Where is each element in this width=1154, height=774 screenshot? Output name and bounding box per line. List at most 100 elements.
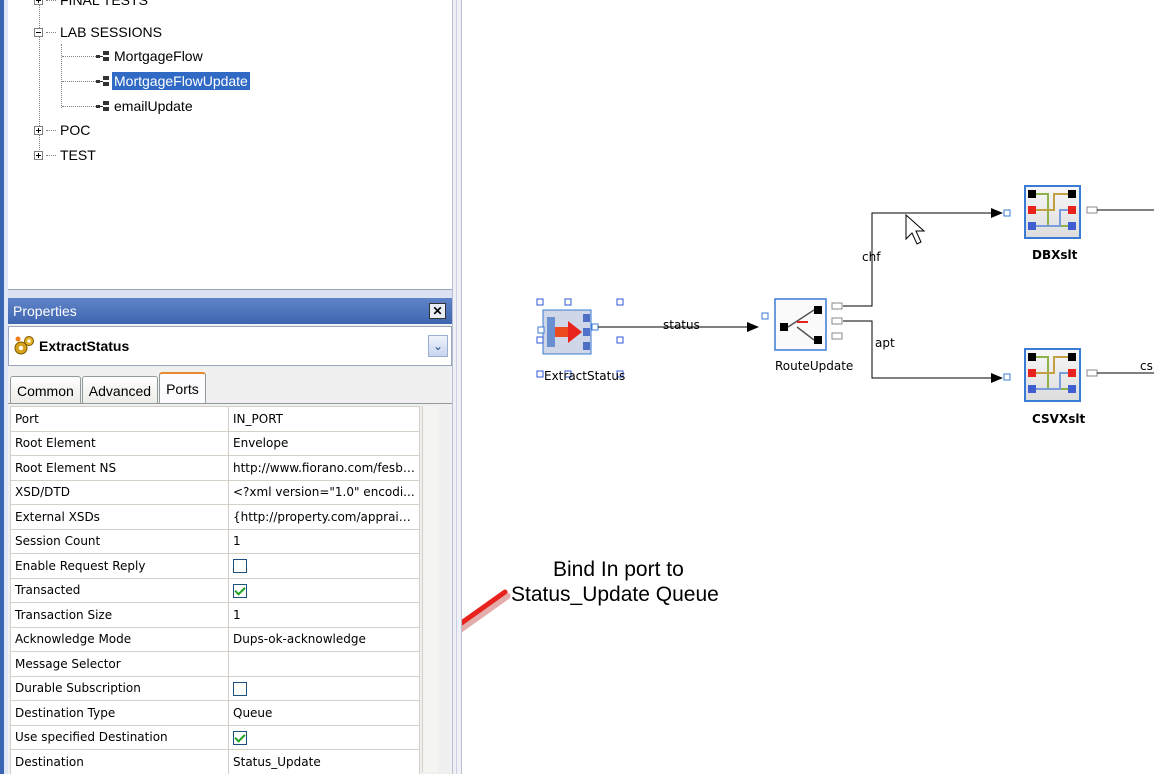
property-value[interactable]: <?xml version="1.0" encodi... [228,479,420,505]
property-key: XSD/DTD [10,479,229,505]
tree-item-label: LAB SESSIONS [60,24,162,40]
property-key: Destination Type [10,700,229,726]
property-row[interactable]: Destination Status_Update [10,749,420,774]
property-key: Enable Request Reply [10,553,229,579]
component-selector[interactable]: ExtractStatus ⌄ [8,326,452,366]
collapse-icon[interactable] [34,27,43,37]
property-row[interactable]: External XSDs {http://property.com/apprai… [10,504,420,530]
tree-item-mortgageflow[interactable]: MortgageFlow [62,45,205,67]
node-label-extractstatus: ExtractStatus [544,369,625,383]
panel-splitter[interactable] [8,290,452,298]
tree-item-poc[interactable]: POC [34,119,92,141]
tree-item-label: emailUpdate [114,98,193,114]
tree-item-test[interactable]: TEST [34,144,98,166]
property-value[interactable]: {http://property.com/apprais... [228,504,420,530]
node-label-dbxslt: DBXslt [1032,248,1078,262]
main-splitter[interactable] [452,0,462,774]
tree-item-final-tests[interactable]: FINAL TESTS [34,0,150,11]
property-row[interactable]: Message Selector [10,651,420,677]
chevron-down-icon[interactable]: ⌄ [428,335,448,357]
property-row[interactable]: Session Count 1 [10,528,420,554]
property-key: Durable Subscription [10,675,229,701]
property-checkbox-cell [228,577,420,603]
tab-divider [8,403,452,404]
annotation-arrow [462,589,511,633]
property-row[interactable]: Root Element Envelope [10,430,420,456]
edge-label-status: status [663,318,700,332]
property-key: Transacted [10,577,229,603]
node-routeupdate[interactable] [761,298,843,351]
tree-item-label: TEST [60,147,96,163]
property-value[interactable]: Dups-ok-acknowledge [228,626,420,652]
edge-label-chf: chf [862,250,881,264]
annotation-line-2: Status_Update Queue [511,583,719,606]
property-key: Destination [10,749,229,774]
checkbox[interactable] [233,559,247,573]
property-row[interactable]: Use specified Destination [10,724,420,750]
tree-item-label: MortgageFlowUpdate [112,72,250,90]
node-extractstatus[interactable] [536,298,624,378]
property-row[interactable]: Acknowledge Mode Dups-ok-acknowledge [10,626,420,652]
property-row[interactable]: Port IN_PORT [10,406,420,432]
property-key: Session Count [10,528,229,554]
property-value[interactable]: IN_PORT [228,406,420,432]
tree-item-lab-sessions[interactable]: LAB SESSIONS [34,21,164,43]
property-key: Acknowledge Mode [10,626,229,652]
property-key: Root Element NS [10,455,229,481]
edge-apt[interactable] [843,320,1003,383]
expand-icon[interactable] [34,0,43,5]
edge-label-csv: cs [1140,359,1153,373]
tab-ports[interactable]: Ports [159,372,206,404]
property-row[interactable]: Durable Subscription [10,675,420,701]
flow-canvas[interactable]: ExtractStatus status RouteUpdate chf apt [462,0,1154,774]
close-icon[interactable]: ✕ [429,303,446,319]
property-value[interactable]: Status_Update [228,749,420,774]
checkbox[interactable] [233,583,247,598]
tree-item-mortgageflowupdate[interactable]: MortgageFlowUpdate [62,70,250,92]
tab-advanced[interactable]: Advanced [81,376,159,404]
property-key: Root Element [10,430,229,456]
node-label-routeupdate: RouteUpdate [775,359,853,373]
property-value[interactable] [228,651,420,677]
checkbox[interactable] [233,730,247,745]
property-checkbox-cell [228,675,420,701]
project-tree[interactable]: FINAL TESTS LAB SESSIONS MortgageFlow Mo… [8,0,452,290]
property-row[interactable]: Transacted [10,577,420,603]
expand-icon[interactable] [34,125,43,135]
left-window-edge [0,0,8,774]
flow-diagram[interactable]: ExtractStatus status RouteUpdate chf apt [462,0,1154,774]
property-checkbox-cell [228,553,420,579]
expand-icon[interactable] [34,150,43,160]
edge-label-apt: apt [875,336,895,350]
property-value[interactable]: Envelope [228,430,420,456]
property-value[interactable]: 1 [228,528,420,554]
property-row[interactable]: Transaction Size 1 [10,602,420,628]
property-key: Port [10,406,229,432]
flow-icon [96,75,109,87]
property-row[interactable]: Destination Type Queue [10,700,420,726]
property-key: Transaction Size [10,602,229,628]
node-dbxslt[interactable] [1003,185,1154,239]
node-csvxslt[interactable] [1003,348,1154,402]
property-row[interactable]: Root Element NS http://www.fiorano.com/fe… [10,455,420,481]
flow-icon [96,100,109,112]
flow-icon [96,50,109,62]
property-row[interactable]: XSD/DTD <?xml version="1.0" encodi... [10,479,420,505]
property-grid: Port IN_PORT Root Element Envelope Root Elem… [10,406,420,774]
property-row[interactable]: Enable Request Reply [10,553,420,579]
property-checkbox-cell [228,724,420,750]
tree-item-emailupdate[interactable]: emailUpdate [62,95,195,117]
tab-common[interactable]: Common [10,376,81,404]
properties-title-bar: Properties ✕ [8,298,452,324]
left-panel: FINAL TESTS LAB SESSIONS MortgageFlow Mo… [0,0,452,774]
properties-tabs: Common Advanced Ports [10,372,207,404]
property-grid-scrollbar[interactable] [422,406,438,772]
properties-title: Properties [13,303,77,319]
properties-panel: Properties ✕ ExtractStatus ⌄ Common Adva… [8,298,452,774]
property-value[interactable]: Queue [228,700,420,726]
property-value[interactable]: 1 [228,602,420,628]
tree-item-label: POC [60,122,91,138]
checkbox[interactable] [233,681,247,696]
property-value[interactable]: http://www.fiorano.com/fesb/... [228,455,420,481]
property-key: Message Selector [10,651,229,677]
